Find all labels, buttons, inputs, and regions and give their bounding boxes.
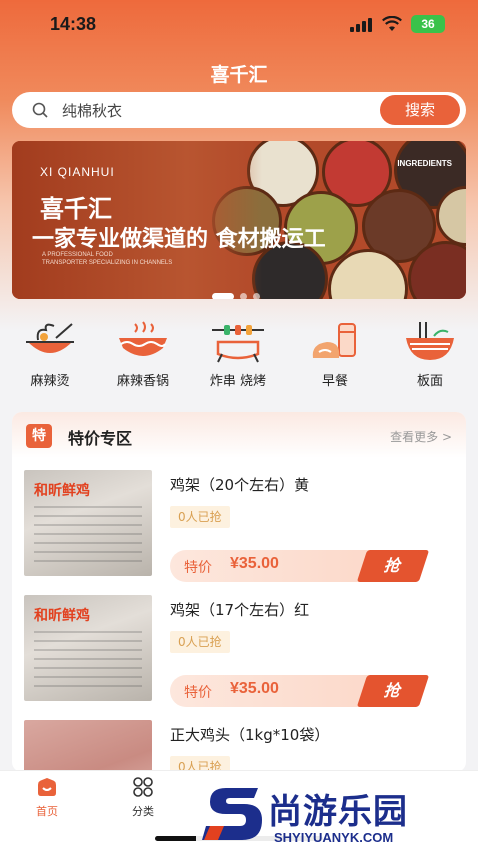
breakfast-icon	[312, 323, 356, 358]
product-card[interactable]: 和昕鲜鸡 鸡架（20个左右）黄 0人已抢 特价 ¥35.00 抢	[12, 470, 466, 592]
promo-banner[interactable]: XI QIANHUI 喜千汇 一家专业做渠道的 食材搬运工 A PROFESSI…	[12, 141, 466, 299]
product-name: 鸡架（17个左右）红	[170, 601, 310, 619]
search-button[interactable]: 搜索	[380, 95, 460, 125]
skewer-grill-icon	[212, 325, 264, 363]
banner-subtitle-line2: TRANSPORTER SPECIALIZING IN CHANNELS	[42, 260, 173, 266]
battery-icon: 36	[411, 15, 445, 33]
search-icon	[32, 102, 48, 118]
status-bar: 14:38 36	[0, 0, 478, 50]
carousel-dot[interactable]	[240, 293, 247, 299]
tab-home[interactable]: 首页	[17, 777, 77, 819]
hotpot-bowl-icon	[26, 323, 74, 353]
noodle-bowl-icon	[406, 322, 454, 360]
product-image[interactable]: 和昕鲜鸡	[24, 595, 152, 701]
product-image[interactable]	[24, 720, 152, 772]
banner-brand-cn: 喜千汇	[40, 195, 112, 223]
price-bar: 特价 ¥35.00 抢	[170, 675, 430, 707]
price-label: 特价	[184, 560, 212, 576]
category-label: 早餐	[321, 374, 348, 389]
tab-label: 首页	[36, 805, 58, 818]
app-title: 喜千汇	[210, 64, 268, 86]
sold-count-badge: 0人已抢	[170, 506, 230, 528]
special-deals-section: 特 特价专区 查看更多 > 和昕鲜鸡 鸡架（20个左右）黄 0人已抢 特价 ¥3…	[12, 412, 466, 772]
product-card[interactable]: 正大鸡头（1kg*10袋） 0人已抢	[12, 720, 466, 772]
carousel-dot[interactable]	[253, 293, 260, 299]
category-label: 麻辣烫	[30, 374, 70, 389]
home-icon	[38, 778, 56, 796]
signal-icon	[350, 18, 372, 32]
banner-brand-en: XI QIANHUI	[40, 165, 115, 179]
category-row: 麻辣烫 麻辣香锅 炸串 烧烤 早餐 板面	[0, 318, 478, 398]
product-price: ¥35.00	[230, 680, 279, 697]
category-grid-icon	[133, 777, 153, 797]
grab-button[interactable]: 抢	[356, 675, 430, 707]
category-label: 炸串 烧烤	[209, 374, 267, 389]
category-label: 板面	[416, 374, 443, 389]
watermark-logo	[202, 788, 262, 840]
see-more-link[interactable]: 查看更多 >	[390, 428, 452, 445]
thumb-brand: 和昕鲜鸡	[34, 483, 90, 499]
product-name: 正大鸡头（1kg*10袋）	[170, 726, 330, 744]
deals-title: 特价专区	[68, 429, 133, 448]
product-card[interactable]: 和昕鲜鸡 鸡架（17个左右）红 0人已抢 特价 ¥35.00 抢	[12, 595, 466, 717]
product-image[interactable]: 和昕鲜鸡	[24, 470, 152, 576]
carousel-dot-active[interactable]	[212, 293, 234, 299]
wifi-icon	[382, 16, 402, 31]
thumb-brand: 和昕鲜鸡	[34, 608, 90, 624]
price-bar: 特价 ¥35.00 抢	[170, 550, 430, 582]
category-breakfast[interactable]: 早餐	[290, 318, 380, 398]
spicy-pot-icon	[119, 321, 167, 356]
category-malatang[interactable]: 麻辣烫	[5, 318, 95, 398]
banner-slogan: 一家专业做渠道的 食材搬运工	[32, 227, 326, 252]
tab-label: 分类	[132, 805, 154, 818]
status-time: 14:38	[50, 14, 97, 34]
product-name: 鸡架（20个左右）黄	[170, 476, 310, 494]
watermark: 尚游乐园 SHYIYUANYK.COM	[196, 780, 478, 850]
search-input[interactable]: 纯棉秋衣	[62, 100, 122, 121]
search-bar[interactable]: 纯棉秋衣 搜索	[12, 92, 466, 128]
deal-badge-icon: 特	[26, 424, 52, 448]
category-banmian[interactable]: 板面	[385, 318, 475, 398]
category-label: 麻辣香锅	[116, 374, 169, 389]
sold-count-badge: 0人已抢	[170, 631, 230, 653]
watermark-text-cn: 尚游乐园	[268, 792, 408, 832]
grab-button[interactable]: 抢	[356, 550, 430, 582]
category-skewers-bbq[interactable]: 炸串 烧烤	[193, 318, 283, 398]
watermark-text-en: SHYIYUANYK.COM	[274, 830, 394, 845]
product-price: ¥35.00	[230, 555, 279, 572]
tab-category[interactable]: 分类	[113, 777, 173, 819]
carousel-indicator[interactable]	[212, 285, 266, 299]
banner-tag: INGREDIENTS	[397, 159, 452, 168]
category-malaxiangguo[interactable]: 麻辣香锅	[98, 318, 188, 398]
banner-subtitle-line1: A PROFESSIONAL FOOD	[42, 252, 113, 258]
price-label: 特价	[184, 685, 212, 701]
deals-header: 特 特价专区 查看更多 >	[12, 412, 466, 458]
